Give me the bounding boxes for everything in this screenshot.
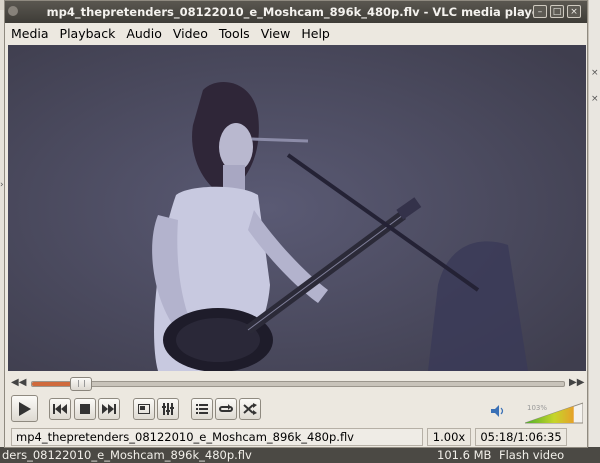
status-filename: mp4_thepretenders_08122010_e_Moshcam_896…: [11, 428, 423, 446]
speaker-icon[interactable]: [491, 405, 505, 417]
maximize-icon[interactable]: □: [550, 5, 564, 18]
background-file-type: Flash video: [499, 448, 565, 462]
menu-audio[interactable]: Audio: [126, 23, 162, 44]
minimize-icon[interactable]: –: [533, 5, 547, 18]
volume-percent: 103%: [527, 404, 548, 412]
playback-speed[interactable]: 1.00x: [427, 428, 471, 446]
seek-bar[interactable]: [31, 377, 565, 391]
fullscreen-button[interactable]: [133, 398, 155, 420]
vlc-window: mp4_thepretenders_08122010_e_Moshcam_896…: [4, 0, 588, 448]
previous-button[interactable]: [49, 398, 71, 420]
video-area[interactable]: [8, 45, 586, 371]
window-controls: – □ ×: [533, 5, 581, 18]
menu-help[interactable]: Help: [301, 23, 330, 44]
seek-row: ◀◀ ▶▶: [5, 375, 587, 391]
loop-button[interactable]: [215, 398, 237, 420]
video-frame-illustration: [8, 45, 586, 371]
seek-forward-icon[interactable]: ▶▶: [569, 377, 584, 388]
close-icon[interactable]: ×: [567, 5, 581, 18]
play-icon: [18, 401, 31, 416]
loop-icon: [219, 404, 233, 412]
stop-icon: [80, 404, 90, 414]
titlebar[interactable]: mp4_thepretenders_08122010_e_Moshcam_896…: [5, 1, 587, 23]
previous-icon: [53, 404, 67, 414]
playlist-button[interactable]: [191, 398, 213, 420]
stop-button[interactable]: [74, 398, 96, 420]
extended-settings-button[interactable]: [157, 398, 179, 420]
window-title: mp4_thepretenders_08122010_e_Moshcam_896…: [46, 5, 546, 19]
play-button[interactable]: [11, 395, 38, 422]
menubar: Media Playback Audio Video Tools View He…: [5, 23, 587, 44]
background-mark: ×: [591, 68, 599, 78]
next-button[interactable]: [98, 398, 120, 420]
equalizer-icon: [162, 403, 174, 415]
playback-time[interactable]: 05:18/1:06:35: [475, 428, 567, 446]
next-icon: [102, 404, 116, 414]
background-file-size: 101.6 MB: [437, 448, 492, 462]
background-file-row[interactable]: ders_08122010_e_Moshcam_896k_480p.flv 10…: [0, 447, 600, 463]
seek-backward-icon[interactable]: ◀◀: [11, 377, 26, 388]
menu-playback[interactable]: Playback: [60, 23, 116, 44]
shuffle-icon: [243, 403, 257, 415]
background-file-name: ders_08122010_e_Moshcam_896k_480p.flv: [2, 448, 252, 462]
playlist-icon: [196, 404, 208, 414]
fullscreen-icon: [138, 404, 150, 414]
seek-handle[interactable]: [69, 377, 92, 391]
menu-view[interactable]: View: [261, 23, 291, 44]
background-mark: ×: [591, 94, 599, 104]
menu-media[interactable]: Media: [11, 23, 49, 44]
menu-video[interactable]: Video: [173, 23, 208, 44]
background-window-edge: × ×: [588, 0, 600, 463]
menu-tools[interactable]: Tools: [219, 23, 250, 44]
shuffle-button[interactable]: [239, 398, 261, 420]
